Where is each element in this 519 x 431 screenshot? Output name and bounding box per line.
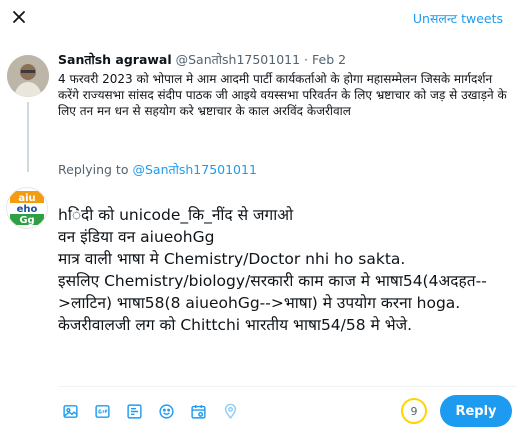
compose-textarea[interactable]: hिंदी को unicode_कि_नींद से जगाओ वन इंडि… bbox=[58, 204, 513, 336]
gif-button[interactable] bbox=[92, 401, 113, 422]
poll-icon bbox=[127, 403, 142, 419]
close-button[interactable] bbox=[6, 4, 32, 30]
replying-label: Replying to bbox=[58, 162, 129, 177]
close-icon bbox=[13, 11, 25, 23]
tweet-date[interactable]: Feb 2 bbox=[312, 52, 346, 67]
schedule-icon bbox=[191, 404, 206, 419]
date-separator: · bbox=[304, 52, 309, 67]
logo-icon: aiu eho Gg bbox=[10, 191, 44, 226]
replying-handle[interactable]: @Sanतोsh17501011 bbox=[132, 162, 256, 177]
top-bar: Unसलन्ट tweets bbox=[0, 0, 519, 36]
media-button[interactable] bbox=[60, 401, 81, 422]
emoji-icon bbox=[159, 403, 174, 419]
user-photo bbox=[7, 55, 49, 97]
logo-line-2: eho bbox=[17, 204, 38, 215]
compose-toolbar bbox=[60, 400, 241, 422]
author-name[interactable]: Sanतोsh agrawal bbox=[58, 52, 172, 67]
avatar[interactable] bbox=[7, 55, 49, 97]
logo-line-3: Gg bbox=[19, 215, 34, 226]
unsent-tweets-link[interactable]: Unसलन्ट tweets bbox=[413, 10, 503, 27]
tweet-header: Sanतोsh agrawal @Sanतोsh17501011 · Feb 2 bbox=[58, 51, 346, 68]
character-counter: 9 bbox=[401, 398, 427, 424]
compose-line: hिंदी को unicode_कि_नींद से जगाओ bbox=[58, 206, 294, 224]
location-icon bbox=[224, 403, 237, 419]
compose-line: मात्र वाली भाषा मे Chemistry/Doctor nhi … bbox=[58, 250, 406, 268]
author-handle[interactable]: @Sanतोsh17501011 bbox=[176, 52, 300, 67]
my-avatar[interactable]: aiu eho Gg bbox=[6, 187, 48, 229]
poll-button[interactable] bbox=[124, 401, 145, 422]
gif-icon bbox=[95, 404, 110, 418]
tweet-text: 4 फरवरी 2023 को भोपाल मे आम आदमी पार्टी … bbox=[58, 72, 507, 118]
image-icon bbox=[63, 404, 78, 418]
replying-to: Replying to @Sanतोsh17501011 bbox=[58, 161, 257, 178]
reply-button[interactable]: Reply bbox=[440, 395, 512, 427]
thread-line bbox=[27, 102, 29, 172]
divider bbox=[58, 386, 516, 387]
location-button[interactable] bbox=[220, 401, 241, 422]
compose-line: इसलिए Chemistry/biology/सरकारी काम काज म… bbox=[58, 272, 487, 334]
logo-line-1: aiu bbox=[18, 193, 35, 204]
compose-line: वन इंडिया वन aiueohGg bbox=[58, 228, 215, 246]
emoji-button[interactable] bbox=[156, 401, 177, 422]
schedule-button[interactable] bbox=[188, 401, 209, 422]
